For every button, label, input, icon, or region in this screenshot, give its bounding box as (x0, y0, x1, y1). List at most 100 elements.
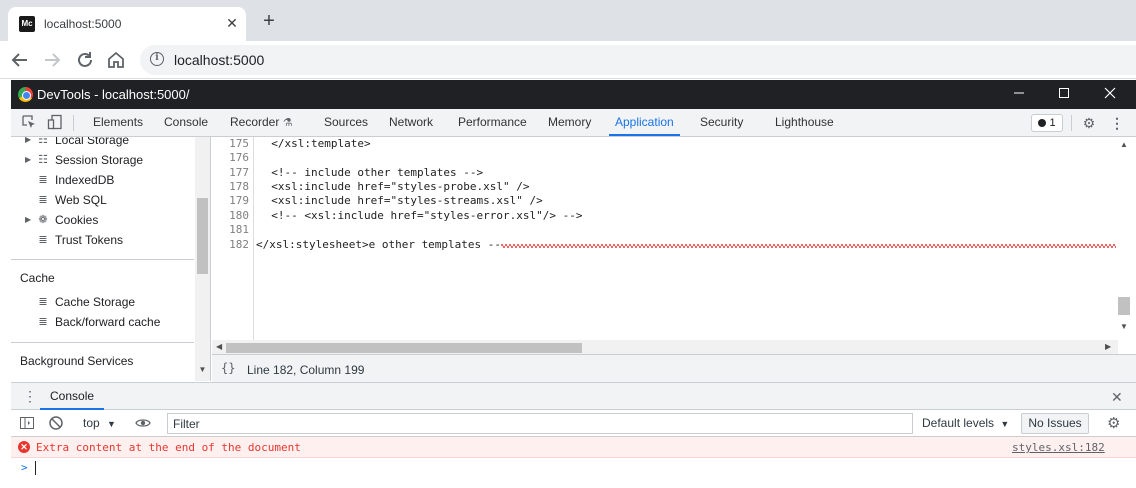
home-icon[interactable] (104, 48, 128, 72)
console-filter-input[interactable] (167, 413, 913, 434)
clear-console-icon[interactable] (48, 415, 64, 431)
url-text[interactable]: localhost:5000 (174, 52, 264, 68)
code-line-error: </xsl:stylesheet>e other templates -- (256, 238, 502, 251)
tab-performance[interactable]: Performance (457, 109, 528, 136)
scroll-down-arrow-icon[interactable]: ▼ (1120, 322, 1128, 331)
pretty-print-icon[interactable]: {} (221, 361, 235, 375)
line-number: 178 (229, 180, 249, 193)
console-settings-gear-icon[interactable]: ⚙ (1107, 414, 1120, 432)
drawer-tab-console[interactable]: Console (40, 383, 105, 410)
browser-tabstrip: Mc localhost:5000 ✕ + (0, 0, 1136, 41)
line-number: 180 (229, 209, 249, 222)
line-number: 175 (229, 137, 249, 150)
log-levels-dropdown[interactable]: Default levels ▼ (922, 416, 1009, 430)
tab-security[interactable]: Security (699, 109, 744, 136)
scroll-right-arrow-icon[interactable]: ▶ (1105, 342, 1111, 351)
section-divider (11, 259, 194, 260)
code-line: <!-- <xsl:include href="styles-error.xsl… (258, 209, 583, 222)
favicon-icon: Mc (19, 16, 35, 32)
show-sidebar-icon[interactable] (19, 415, 35, 431)
database-icon: ≣ (38, 316, 48, 328)
sidebar-item-label: Session Storage (55, 153, 144, 167)
editor-hscroll-thumb[interactable] (226, 343, 582, 353)
expand-arrow-icon[interactable]: ▶ (25, 137, 31, 150)
sidebar-item-label: Back/forward cache (55, 315, 161, 329)
window-close-icon[interactable] (1087, 80, 1133, 109)
database-icon: ≣ (38, 194, 48, 206)
devtools-titlebar: DevTools - localhost:5000/ (11, 80, 1136, 109)
sidebar-item-label: Cache Storage (55, 295, 136, 309)
back-icon[interactable] (8, 48, 32, 72)
tab-console[interactable]: Console (163, 109, 209, 136)
tab-application[interactable]: Application (609, 109, 680, 136)
error-source-link[interactable]: styles.xsl:182 (1012, 441, 1105, 454)
line-number: 176 (229, 151, 249, 164)
tab-sources[interactable]: Sources (323, 109, 369, 136)
minimize-icon[interactable] (996, 80, 1042, 109)
scroll-left-arrow-icon[interactable]: ◀ (216, 342, 222, 351)
section-divider (11, 342, 194, 343)
application-sidebar: ▶ ☷ Local Storage ▶ ☷ Session Storage ≣ … (11, 137, 211, 381)
code-line: <!-- include other templates --> (258, 166, 484, 179)
device-toolbar-icon[interactable] (46, 114, 64, 132)
sidebar-item-label: IndexedDB (55, 173, 115, 187)
tab-close-icon[interactable]: ✕ (222, 13, 242, 33)
cookie-icon: ❁ (38, 214, 48, 226)
live-expression-eye-icon[interactable] (135, 415, 151, 431)
text-caret (35, 461, 36, 475)
tab-elements[interactable]: Elements (92, 109, 144, 136)
grid-icon: ☷ (38, 137, 48, 146)
line-number: 179 (229, 194, 249, 207)
sidebar-scroll-thumb[interactable] (197, 198, 208, 274)
error-icon: ✕ (18, 441, 30, 453)
context-selector[interactable]: top ▼ (83, 416, 116, 430)
tab-network[interactable]: Network (388, 109, 434, 136)
editor-statusbar: {} Line 182, Column 199 (212, 354, 1136, 382)
more-options-icon[interactable]: ⋮ (1108, 114, 1126, 132)
expand-arrow-icon[interactable]: ▶ (25, 150, 31, 170)
console-prompt[interactable]: > (11, 458, 1136, 488)
line-number-gutter: 175 176 177 178 179 180 181 182 (212, 137, 254, 340)
scroll-up-arrow-icon[interactable]: ▲ (1120, 140, 1128, 149)
tab-lighthouse[interactable]: Lighthouse (774, 109, 835, 136)
expand-arrow-icon[interactable]: ▶ (25, 210, 31, 230)
editor-hscrollbar[interactable] (212, 340, 1118, 354)
editor-vscroll-thumb[interactable] (1118, 297, 1130, 315)
line-number: 182 (229, 238, 249, 251)
drawer-menu-icon[interactable]: ⋮ (23, 389, 37, 403)
sidebar-item-label: Cookies (55, 213, 99, 227)
tab-memory[interactable]: Memory (547, 109, 592, 136)
browser-toolbar: i localhost:5000 (0, 41, 1136, 79)
issues-count: 1 (1049, 117, 1056, 129)
address-bar[interactable]: i localhost:5000 (140, 45, 1136, 75)
line-number: 181 (229, 223, 249, 236)
issues-counter-badge[interactable]: 1 (1031, 114, 1063, 132)
maximize-icon[interactable] (1041, 80, 1087, 109)
scroll-down-arrow-icon[interactable]: ▼ (197, 365, 208, 377)
settings-gear-icon[interactable]: ⚙ (1080, 114, 1098, 132)
browser-tab[interactable]: Mc localhost:5000 ✕ (8, 7, 246, 41)
source-editor[interactable]: 175 176 177 178 179 180 181 182 </xsl:te… (212, 137, 1136, 354)
dropdown-arrow-icon: ▼ (1000, 419, 1010, 429)
database-icon: ≣ (38, 174, 48, 186)
sidebar-item-label: Local Storage (55, 137, 130, 147)
cursor-position: Line 182, Column 199 (247, 363, 365, 377)
devtools-tabbar: Elements Console Recorder ⚗ Sources Netw… (11, 109, 1136, 137)
code-line: </xsl:template> (258, 137, 371, 150)
error-text: Extra content at the end of the document (36, 441, 301, 454)
console-error-message: ✕ Extra content at the end of the docume… (11, 437, 1136, 458)
drawer-close-icon[interactable]: ✕ (1111, 389, 1123, 406)
site-info-icon[interactable]: i (150, 52, 164, 66)
issues-button[interactable]: No Issues (1021, 413, 1089, 434)
section-header-cache: Cache (20, 271, 55, 285)
tab-recorder[interactable]: Recorder ⚗ (229, 109, 294, 136)
line-number: 177 (229, 166, 249, 179)
new-tab-icon[interactable]: + (258, 10, 280, 32)
console-toolbar: top ▼ Default levels ▼ No Issues ⚙ (11, 410, 1136, 437)
chrome-logo-icon (18, 87, 33, 102)
sidebar-item-label: Web SQL (55, 193, 107, 207)
experiment-flask-icon: ⚗ (282, 117, 293, 129)
inspect-element-icon[interactable] (20, 114, 38, 132)
reload-icon[interactable] (73, 48, 97, 72)
forward-icon[interactable] (40, 48, 64, 72)
